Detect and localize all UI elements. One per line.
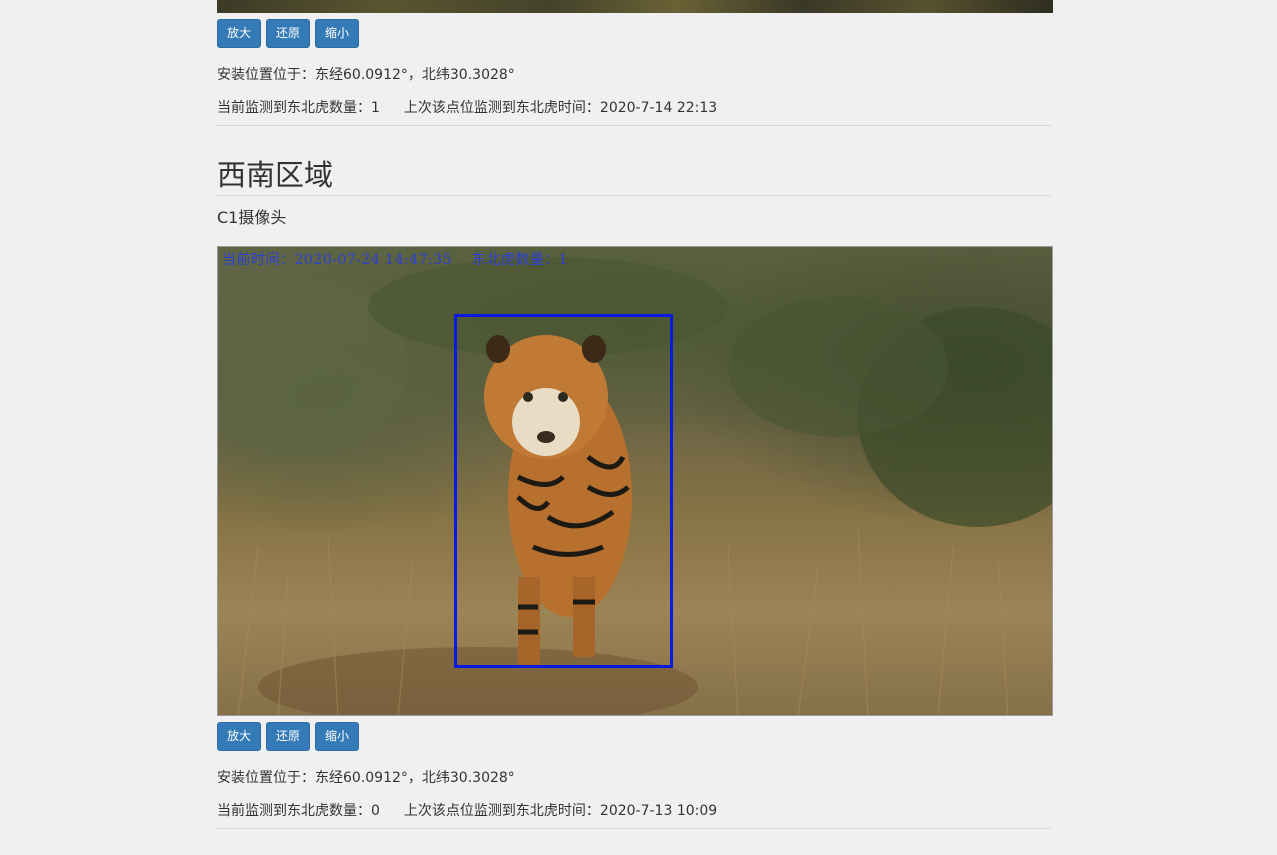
video-overlay-text: 当前时间：2020-07-24 14:47:35 东北虎数量：1: [222, 249, 568, 269]
last-seen-text: 上次该点位监测到东北虎时间：2020-7-14 22:13: [403, 100, 718, 116]
camera-video-feed[interactable]: 当前时间：2020-07-24 14:47:35 东北虎数量：1: [217, 246, 1053, 716]
zoom-in-button[interactable]: 放大: [217, 19, 262, 48]
reset-zoom-button[interactable]: 还原: [266, 19, 311, 48]
previous-camera-video[interactable]: [217, 0, 1053, 13]
tiger-count-text: 当前监测到东北虎数量：0: [217, 803, 380, 819]
zoom-out-button[interactable]: 缩小: [315, 722, 360, 751]
tiger-count-text: 当前监测到东北虎数量：1: [217, 100, 380, 116]
install-location-text: 安装位置位于：东经60.0912°，北纬30.3028°: [217, 67, 515, 83]
overlay-time: 当前时间：2020-07-24 14:47:35: [222, 252, 453, 268]
section-divider: [217, 828, 1051, 829]
monitoring-status: 当前监测到东北虎数量：0 上次该点位监测到东北虎时间：2020-7-13 10:0…: [217, 800, 717, 820]
zoom-controls: 放大 还原 缩小: [217, 722, 360, 751]
install-location-text: 安装位置位于：东经60.0912°，北纬30.3028°: [217, 770, 515, 786]
zoom-out-button[interactable]: 缩小: [315, 19, 360, 48]
reset-zoom-button[interactable]: 还原: [266, 722, 311, 751]
zoom-in-button[interactable]: 放大: [217, 722, 262, 751]
title-divider: [217, 195, 1051, 196]
overlay-count: 东北虎数量：1: [471, 252, 569, 268]
monitoring-status: 当前监测到东北虎数量：1 上次该点位监测到东北虎时间：2020-7-14 22:1…: [217, 97, 717, 117]
tiger-detection-box: [454, 314, 673, 668]
previous-zoom-controls: 放大 还原 缩小: [217, 19, 360, 48]
camera-label: C1摄像头: [217, 208, 287, 227]
section-divider: [217, 125, 1051, 126]
last-seen-text: 上次该点位监测到东北虎时间：2020-7-13 10:09: [403, 803, 718, 819]
region-title: 西南区域: [217, 158, 334, 192]
